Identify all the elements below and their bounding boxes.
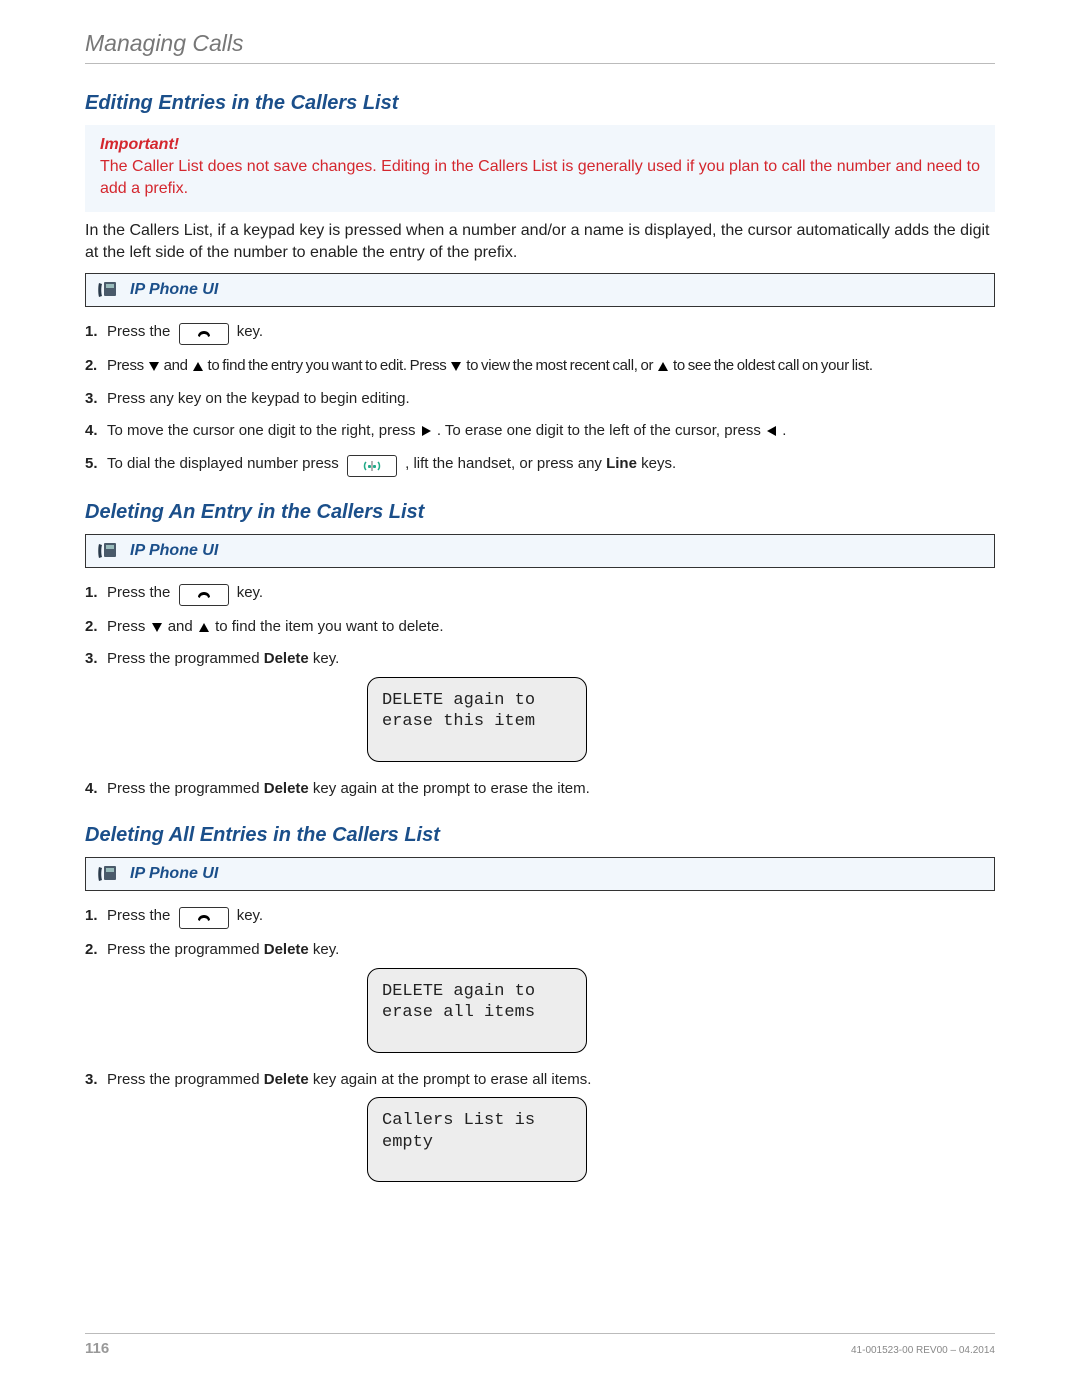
section2-steps: Press the key. Press and to find the ite…: [85, 582, 995, 801]
section3-steps: Press the key. Press the programmed Dele…: [85, 905, 995, 1182]
step: Press any key on the keypad to begin edi…: [85, 388, 995, 411]
step: Press the programmed Delete key again at…: [85, 778, 995, 801]
step: Press the programmed Delete key. DELETE …: [85, 648, 995, 762]
delete-keyword: Delete: [264, 941, 309, 958]
ip-phone-ui-label: IP Phone UI: [130, 281, 218, 299]
section-delete-entry-title: Deleting An Entry in the Callers List: [85, 501, 995, 524]
step: To dial the displayed number press , lif…: [85, 453, 995, 477]
step-text: key.: [237, 584, 263, 601]
lcd-display: DELETE again to erase this item: [367, 677, 587, 762]
right-arrow-icon: [422, 426, 431, 436]
down-arrow-icon: [149, 362, 159, 371]
step-text: to view the most recent call, or: [466, 357, 656, 374]
ip-phone-ui-box-3: IP Phone UI: [85, 857, 995, 891]
lcd-line: Callers List is: [382, 1110, 572, 1131]
dial-key: [347, 455, 397, 477]
lcd-display: Callers List is empty: [367, 1097, 587, 1182]
step-text: Press: [107, 357, 147, 374]
step-text: Press the programmed: [107, 1071, 264, 1088]
step-text: key.: [237, 907, 263, 924]
callers-key: [179, 584, 229, 606]
step-text: Press: [107, 618, 150, 635]
up-arrow-icon: [193, 362, 203, 371]
line-keyword: Line: [606, 455, 637, 472]
ip-phone-ui-box-2: IP Phone UI: [85, 534, 995, 568]
lcd-line: DELETE again to: [382, 690, 572, 711]
step: To move the cursor one digit to the righ…: [85, 420, 995, 443]
step-text: Press the programmed: [107, 780, 264, 797]
page: Managing Calls Editing Entries in the Ca…: [0, 0, 1080, 1397]
section-delete-all-title: Deleting All Entries in the Callers List: [85, 824, 995, 847]
step-text: Press any key on the keypad to begin edi…: [107, 390, 410, 407]
lcd-line: empty: [382, 1132, 572, 1153]
lcd-line: erase all items: [382, 1002, 572, 1023]
section1-steps: Press the key. Press and to find the ent…: [85, 321, 995, 477]
step-text: Press the: [107, 907, 175, 924]
step-text: key.: [237, 323, 263, 340]
lcd-display: DELETE again to erase all items: [367, 968, 587, 1053]
step-text: Press the: [107, 584, 175, 601]
ip-phone-icon: [96, 864, 120, 884]
section-editing-title: Editing Entries in the Callers List: [85, 92, 995, 115]
down-arrow-icon: [152, 623, 162, 632]
step-text: Press the: [107, 323, 175, 340]
down-arrow-icon: [451, 362, 461, 371]
step-text: , lift the handset, or press any: [405, 455, 606, 472]
step-text: to see the oldest call on your list.: [673, 357, 873, 374]
step-text: key.: [309, 650, 340, 667]
up-arrow-icon: [199, 623, 209, 632]
step: Press the programmed Delete key. DELETE …: [85, 939, 995, 1053]
callers-key: [179, 907, 229, 929]
step-text: Press the programmed: [107, 941, 264, 958]
step-text: key.: [309, 941, 340, 958]
step-text: key again at the prompt to erase all ite…: [309, 1071, 592, 1088]
lcd-line: DELETE again to: [382, 981, 572, 1002]
step-text: . To erase one digit to the left of the …: [437, 422, 765, 439]
delete-keyword: Delete: [264, 1071, 309, 1088]
step-text: keys.: [637, 455, 676, 472]
ip-phone-ui-label: IP Phone UI: [130, 542, 218, 560]
step-text: and: [164, 357, 191, 374]
step-text: .: [782, 422, 786, 439]
step: Press and to find the entry you want to …: [85, 355, 995, 378]
ip-phone-icon: [96, 541, 120, 561]
left-arrow-icon: [767, 426, 776, 436]
ip-phone-ui-box-1: IP Phone UI: [85, 273, 995, 307]
section1-body: In the Callers List, if a keypad key is …: [85, 220, 995, 263]
step: Press the key.: [85, 321, 995, 345]
ip-phone-ui-label: IP Phone UI: [130, 865, 218, 883]
step-text: To dial the displayed number press: [107, 455, 343, 472]
page-title: Managing Calls: [85, 30, 995, 64]
delete-keyword: Delete: [264, 650, 309, 667]
step-text: and: [168, 618, 197, 635]
important-box: Important! The Caller List does not save…: [85, 125, 995, 212]
page-footer: 116 41-001523-00 REV00 – 04.2014: [85, 1333, 995, 1357]
step: Press the key.: [85, 905, 995, 929]
step: Press the key.: [85, 582, 995, 606]
callers-key: [179, 323, 229, 345]
step-text: Press the programmed: [107, 650, 264, 667]
page-number: 116: [85, 1340, 109, 1357]
step-text: key again at the prompt to erase the ite…: [309, 780, 590, 797]
step: Press and to find the item you want to d…: [85, 616, 995, 639]
step-text: to find the item you want to delete.: [215, 618, 443, 635]
document-id: 41-001523-00 REV00 – 04.2014: [851, 1345, 995, 1356]
step: Press the programmed Delete key again at…: [85, 1069, 995, 1183]
important-label: Important!: [100, 136, 980, 154]
ip-phone-icon: [96, 280, 120, 300]
delete-keyword: Delete: [264, 780, 309, 797]
step-text: To move the cursor one digit to the righ…: [107, 422, 420, 439]
up-arrow-icon: [658, 362, 668, 371]
important-text: The Caller List does not save changes. E…: [100, 156, 980, 199]
step-text: to find the entry you want to edit. Pres…: [207, 357, 449, 374]
lcd-line: erase this item: [382, 711, 572, 732]
